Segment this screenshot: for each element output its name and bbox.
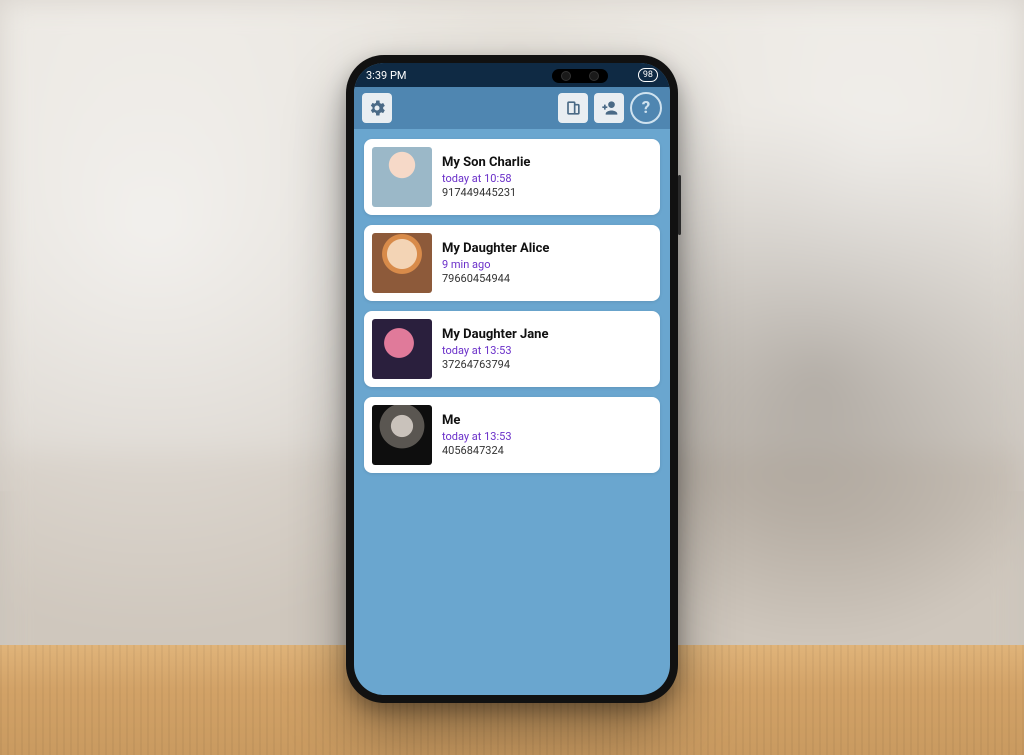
- contact-phone: 79660454944: [442, 272, 620, 285]
- contact-name: My Daughter Alice: [442, 241, 620, 256]
- notification-toggle[interactable]: [630, 424, 652, 446]
- settings-button[interactable]: [362, 93, 392, 123]
- battery-indicator: 98: [638, 68, 658, 82]
- settings-icon: [367, 98, 387, 118]
- contact-phone: 37264763794: [442, 358, 620, 371]
- contact-list[interactable]: My Son Charlie today at 10:58 9174494452…: [354, 129, 670, 695]
- avatar: [372, 233, 432, 293]
- contact-name: My Daughter Jane: [442, 327, 620, 342]
- contact-card-2[interactable]: My Daughter Jane today at 13:53 37264763…: [364, 311, 660, 387]
- help-icon: ?: [642, 98, 650, 118]
- camera-cutout: [552, 69, 608, 83]
- status-bar: 3:39 PM 98: [354, 63, 670, 87]
- avatar: [372, 147, 432, 207]
- contact-time: today at 13:53: [442, 430, 620, 443]
- help-button[interactable]: ?: [630, 92, 662, 124]
- contact-name: My Son Charlie: [442, 155, 620, 170]
- devices-button[interactable]: [558, 93, 588, 123]
- notification-toggle[interactable]: [630, 166, 652, 188]
- phone-frame: 3:39 PM 98 ?: [346, 55, 678, 703]
- status-time: 3:39 PM: [366, 69, 406, 82]
- notification-toggle[interactable]: [630, 338, 652, 360]
- contact-info: My Daughter Alice 9 min ago 79660454944: [442, 241, 620, 285]
- contact-info: Me today at 13:53 4056847324: [442, 413, 620, 457]
- contact-card-3[interactable]: Me today at 13:53 4056847324: [364, 397, 660, 473]
- contact-info: My Daughter Jane today at 13:53 37264763…: [442, 327, 620, 371]
- app-toolbar: ?: [354, 87, 670, 129]
- add-person-icon: [599, 98, 619, 118]
- contact-info: My Son Charlie today at 10:58 9174494452…: [442, 155, 620, 199]
- contact-time: today at 13:53: [442, 344, 620, 357]
- contact-time: 9 min ago: [442, 258, 620, 271]
- contact-phone: 917449445231: [442, 186, 620, 199]
- contact-time: today at 10:58: [442, 172, 620, 185]
- avatar: [372, 319, 432, 379]
- notification-toggle[interactable]: [630, 252, 652, 274]
- bell-off-icon: [630, 424, 670, 574]
- devices-icon: [563, 98, 583, 118]
- avatar: [372, 405, 432, 465]
- contact-card-0[interactable]: My Son Charlie today at 10:58 9174494452…: [364, 139, 660, 215]
- contact-phone: 4056847324: [442, 444, 620, 457]
- add-person-button[interactable]: [594, 93, 624, 123]
- phone-screen: 3:39 PM 98 ?: [354, 63, 670, 695]
- contact-name: Me: [442, 413, 620, 428]
- contact-card-1[interactable]: My Daughter Alice 9 min ago 79660454944: [364, 225, 660, 301]
